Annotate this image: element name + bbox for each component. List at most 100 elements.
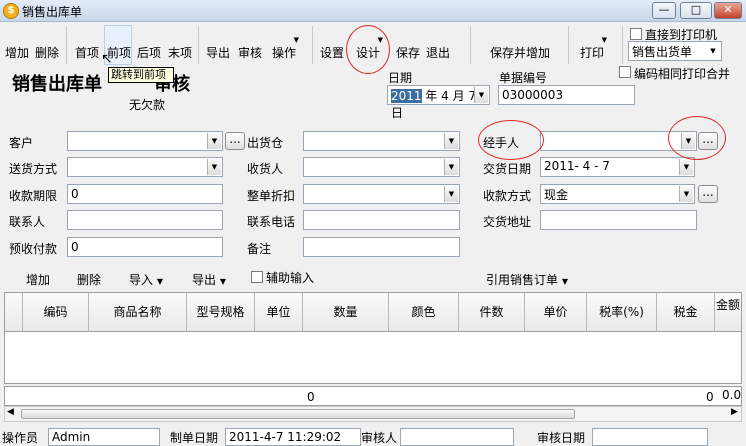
receiver-select[interactable]: ▼ [303,157,460,177]
column-header[interactable]: 金额 [715,293,741,331]
export-button[interactable]: 导出 [206,44,230,61]
created-date-field [225,428,361,446]
discount-select[interactable]: ▼ [303,184,460,204]
horizontal-scrollbar[interactable]: ◀ ▶ [4,406,742,422]
save-and-add-button[interactable]: 保存并增加 [490,44,550,61]
payment-status: 无欠款 [129,98,166,112]
date-picker[interactable]: 2011 年 4 月 7 日 ▼ [387,85,490,120]
delivery-date-picker[interactable]: 2011- 4 - 7 ▼ [540,157,695,177]
scroll-right-icon[interactable]: ▶ [731,407,738,417]
annotation-circle [668,116,726,160]
grid-import-button[interactable]: 导入 ▼ [129,271,163,288]
delivery-method-label: 送货方式 [9,162,58,176]
pay-method-lookup-button[interactable]: ... [698,185,718,203]
delivery-method-select[interactable]: ▼ [67,157,223,177]
exit-button[interactable]: 退出 [426,44,450,61]
chevron-down-icon: ▼ [561,277,568,286]
audit-button[interactable]: 审核 [238,44,262,61]
prepaid-input[interactable] [67,237,223,257]
add-button[interactable]: 增加 [5,44,29,61]
print-template-select[interactable]: 销售出货单 ▼ [628,41,722,61]
operator-field [48,428,160,446]
chevron-down-icon: ▼ [207,159,221,175]
grid-export-label: 导出 [192,273,217,287]
same-number-merge-label: 编码相同打印合并 [634,67,731,81]
customer-select[interactable]: ▼ [67,131,223,151]
column-header[interactable]: 商品名称 [89,293,187,331]
doc-title-text: 销售出库单 [12,74,102,95]
column-header[interactable]: 型号规格 [187,293,255,331]
audit-date-label: 审核日期 [537,431,586,445]
annotation-circle [478,120,544,160]
sum-tax: 0 [706,390,714,404]
title-bar: $ 销售出库单 — □ ✕ [0,0,746,22]
scroll-left-icon[interactable]: ◀ [7,407,14,417]
address-input[interactable] [540,210,697,230]
print-label: 打印 [580,46,605,60]
contact-input[interactable] [67,210,223,230]
chevron-down-icon: ▼ [679,186,693,202]
scroll-thumb[interactable] [21,409,575,419]
column-header[interactable]: 单价 [525,293,587,331]
grid-delete-button[interactable]: 删除 [77,271,101,288]
chevron-down-icon: ▼ [219,277,226,286]
operate-menu-button[interactable]: 操作 ▼ [272,36,299,61]
cursor-icon: ↖ [101,51,113,67]
chevron-down-icon: ▼ [444,159,458,175]
doc-no-input[interactable] [498,85,635,105]
warehouse-select[interactable]: ▼ [303,131,460,151]
annotation-circle [346,25,390,74]
column-header[interactable]: 税率(%) [587,293,657,331]
discount-label: 整单折扣 [247,189,296,203]
minimize-button[interactable]: — [652,2,676,19]
grid-toolbar: 增加 删除 导入 ▼ 导出 ▼ 辅助输入 引用销售订单 ▼ [2,266,744,290]
pay-limit-input[interactable] [67,184,223,204]
toolbar-separator [568,26,569,64]
window-title: 销售出库单 [22,5,83,19]
chevron-down-icon: ▼ [679,159,693,175]
audit-date-field [592,428,708,446]
grid-import-label: 导入 [129,273,154,287]
created-date-label: 制单日期 [170,431,219,445]
maximize-button[interactable]: □ [680,2,712,19]
remark-label: 备注 [247,242,272,256]
ref-sales-order-button[interactable]: 引用销售订单 ▼ [486,271,568,288]
toolbar-separator [312,26,313,64]
toolbar-separator [622,26,623,64]
column-header[interactable]: 数量 [303,293,389,331]
last-button[interactable]: 末项 [168,44,192,61]
column-header[interactable]: 件数 [459,293,525,331]
chevron-down-icon: ▼ [156,277,163,286]
pay-method-value: 现金 [544,188,569,202]
delete-button[interactable]: 删除 [35,44,59,61]
sum-amount: 0.0 [722,388,742,402]
remark-input[interactable] [303,237,460,257]
first-button[interactable]: 首项 [75,44,99,61]
close-button[interactable]: ✕ [714,2,742,19]
chevron-down-icon: ▼ [444,186,458,202]
assist-input-label: 辅助输入 [266,271,315,285]
column-header[interactable]: 单位 [255,293,303,331]
contact-label: 联系人 [9,215,46,229]
column-header[interactable]: 编码 [23,293,89,331]
direct-print-checkbox[interactable] [630,28,642,40]
phone-input[interactable] [303,210,460,230]
customer-lookup-button[interactable]: ... [225,132,245,150]
same-number-merge-checkbox[interactable] [619,66,631,78]
chevron-down-icon: ▼ [444,133,458,149]
print-menu-button[interactable]: 打印 ▼ [580,36,607,61]
delivery-date-label: 交货日期 [483,162,532,176]
column-header[interactable]: 税金 [657,293,715,331]
assist-input-checkbox[interactable] [251,271,263,283]
operator-label: 操作员 [2,431,39,445]
grid-header: 编码 商品名称 型号规格 单位 数量 颜色 件数 单价 税率(%) 税金 金额 [4,292,742,332]
pay-method-select[interactable]: 现金 ▼ [540,184,695,204]
save-button[interactable]: 保存 [396,44,420,61]
grid-body[interactable] [4,332,742,384]
settings-button[interactable]: 设置 [320,44,344,61]
column-header[interactable]: 颜色 [389,293,459,331]
next-button[interactable]: 后项 [137,44,161,61]
grid-add-button[interactable]: 增加 [26,271,50,288]
grid-summary-row: 0 0 0.0 [4,386,742,406]
grid-export-button[interactable]: 导出 ▼ [192,271,226,288]
